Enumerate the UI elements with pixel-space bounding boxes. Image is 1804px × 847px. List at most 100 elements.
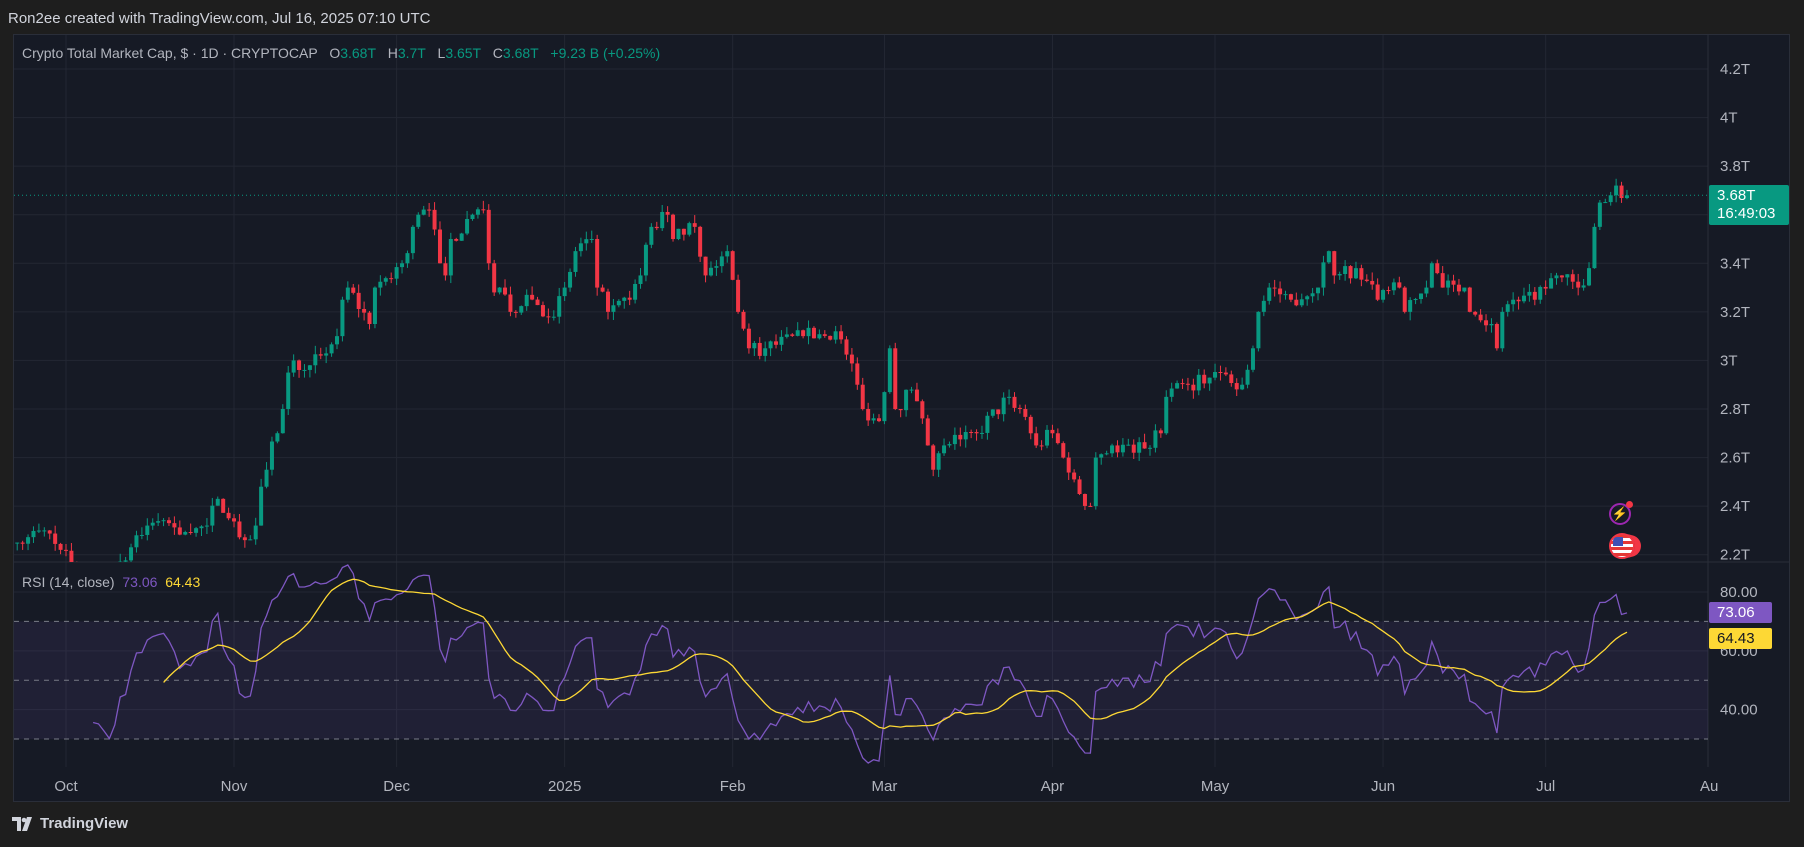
price-axis-label: 2.2T — [1720, 547, 1750, 564]
candle-body — [1050, 429, 1055, 434]
candle-body — [942, 445, 947, 454]
candle-body — [936, 453, 941, 470]
candle-body — [1023, 409, 1028, 417]
candle-body — [649, 226, 654, 245]
candle-body — [123, 560, 128, 562]
candle-body — [437, 229, 442, 264]
price-axis-label: 2.4T — [1720, 498, 1750, 515]
candle-body — [1072, 472, 1077, 480]
candle-body — [1207, 377, 1212, 384]
candle-body — [172, 523, 177, 528]
change-value: +9.23 B (+0.25%) — [550, 45, 661, 61]
candle-body — [698, 226, 703, 257]
candle-body — [584, 239, 589, 244]
candle-body — [1332, 251, 1337, 276]
candle-body — [1592, 226, 1597, 269]
candle-body — [1348, 266, 1353, 279]
candle-body — [351, 287, 356, 293]
candle-body — [1137, 442, 1142, 453]
candle-body — [752, 342, 757, 349]
candle-body — [1326, 251, 1331, 263]
candle-body — [893, 348, 898, 409]
candle-body — [253, 525, 258, 540]
candle-body — [996, 409, 1001, 415]
candle-body — [1299, 299, 1304, 306]
candle-body — [535, 299, 540, 306]
candle-body — [400, 263, 405, 268]
candle-body — [1321, 262, 1326, 288]
candle-body — [1055, 433, 1060, 444]
candle-body — [248, 539, 253, 541]
candle-body — [264, 469, 269, 487]
tradingview-logo[interactable]: TradingView — [12, 815, 128, 832]
candle-body — [42, 530, 47, 532]
candle-body — [557, 296, 562, 317]
candle-body — [454, 239, 459, 241]
lightning-event-icon[interactable]: ⚡ — [1609, 501, 1633, 525]
candle-body — [671, 214, 676, 239]
candle-body — [362, 308, 367, 313]
candle-body — [714, 266, 719, 268]
price-axis-label: 3.4T — [1720, 255, 1750, 272]
rsi-title[interactable]: RSI (14, close) — [22, 574, 115, 590]
rsi-ma-legend-value: 64.43 — [165, 574, 201, 590]
last-price-value: 3.68T — [1717, 187, 1756, 204]
candle-body — [1581, 285, 1586, 288]
candle-body — [313, 354, 318, 366]
candle-body — [69, 550, 74, 562]
chart-canvas[interactable]: 2.2T2.4T2.6T2.8T3T3.2T3.4T3.6T3.8T4T4.2T… — [0, 0, 1804, 847]
candle-body — [129, 547, 134, 561]
candle-body — [1500, 311, 1505, 349]
candle-body — [1549, 278, 1554, 289]
symbol-title[interactable]: Crypto Total Market Cap, $ · 1D · CRYPTO… — [22, 45, 318, 61]
candle-body — [643, 244, 648, 276]
candle-body — [1223, 372, 1228, 375]
candle-body — [546, 316, 551, 318]
candle-body — [1478, 314, 1483, 321]
candle-body — [1250, 348, 1255, 370]
candle-body — [1077, 479, 1082, 494]
candle-body — [524, 294, 529, 307]
candle-body — [806, 327, 811, 337]
us-flag-event-icon[interactable] — [1609, 533, 1635, 559]
candle-body — [1131, 444, 1136, 453]
candle-body — [324, 353, 329, 356]
candle-body — [1153, 430, 1158, 448]
candle-body — [26, 537, 31, 544]
candle-body — [102, 568, 106, 573]
candle-body — [904, 389, 909, 411]
time-axis-label: Apr — [1041, 778, 1064, 795]
candle-body — [1115, 445, 1120, 453]
candle-body — [1310, 293, 1315, 297]
price-axis-label: 2.6T — [1720, 450, 1750, 467]
candle-body — [855, 363, 860, 385]
candle-body — [779, 336, 784, 345]
candle-body — [427, 209, 432, 211]
candle-body — [833, 331, 838, 340]
candle-body — [389, 278, 394, 280]
candle-body — [828, 335, 833, 340]
candle-body — [839, 331, 844, 340]
candle-body — [443, 263, 448, 276]
candle-body — [1554, 275, 1559, 279]
candle-body — [1370, 280, 1375, 285]
candle-body — [372, 287, 377, 324]
candle-body — [470, 214, 475, 219]
candle-body — [633, 283, 638, 300]
candle-body — [1343, 266, 1348, 275]
candle-body — [860, 384, 865, 409]
high-label: H — [387, 45, 398, 61]
candle-body — [687, 223, 692, 235]
candle-body — [1381, 290, 1386, 300]
candle-body — [378, 281, 383, 288]
rsi-legend-value: 73.06 — [122, 574, 158, 590]
candle-body — [1359, 268, 1364, 280]
candle-body — [1538, 286, 1543, 300]
candle-body — [503, 287, 508, 295]
candle-body — [1353, 268, 1358, 279]
time-axis-label: Jul — [1536, 778, 1555, 795]
bar-countdown: 16:49:03 — [1717, 205, 1776, 222]
candle-body — [1467, 287, 1472, 312]
time-axis-label: Jun — [1371, 778, 1395, 795]
candle-body — [1261, 300, 1266, 312]
